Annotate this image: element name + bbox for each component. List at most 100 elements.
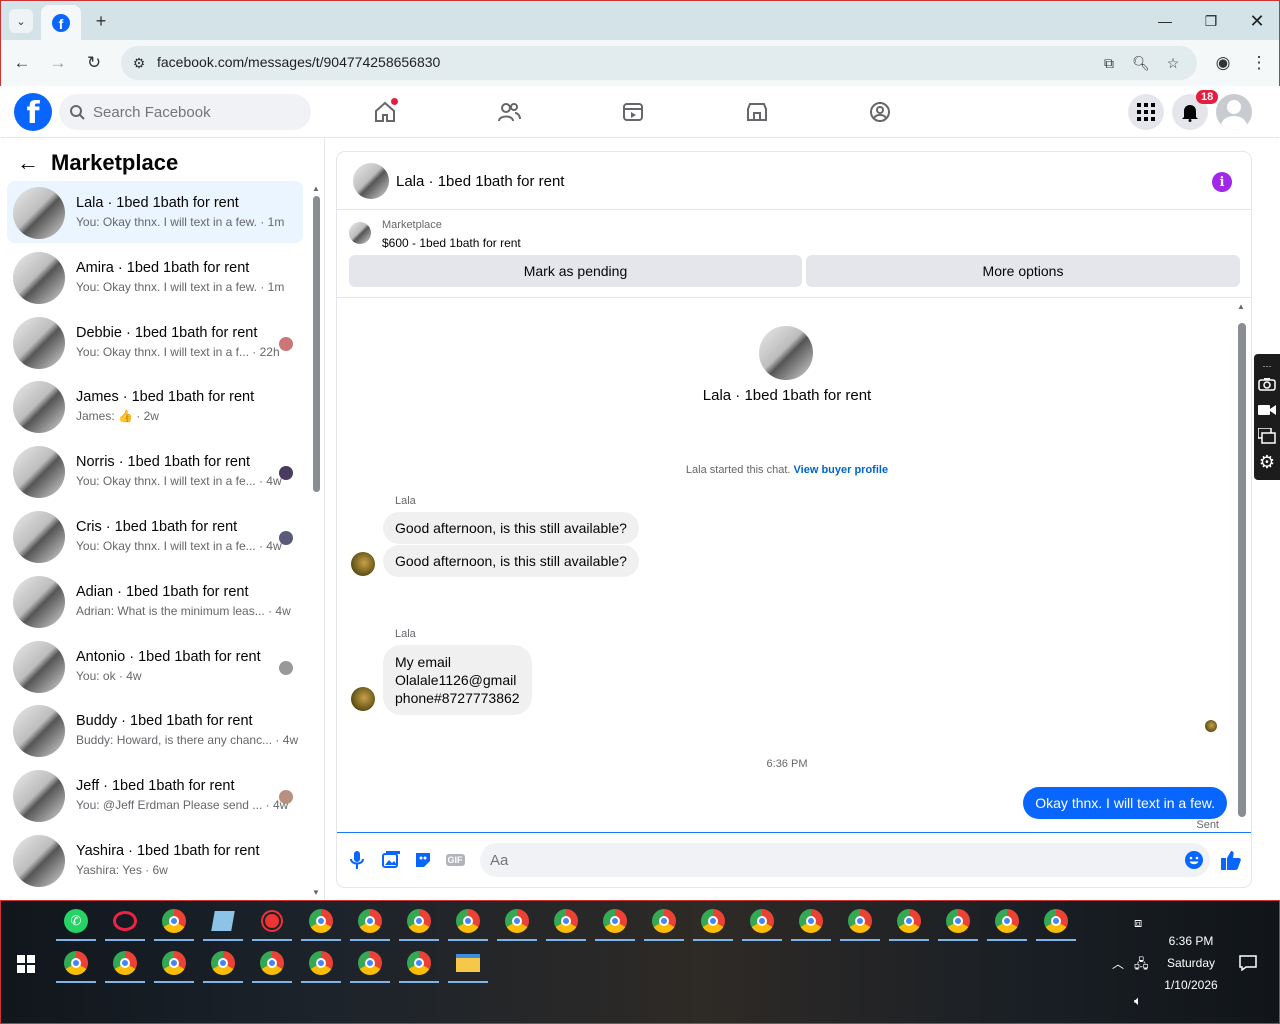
conversation-item[interactable]: Yashira · 1bed 1bath for rent Yashira: Ye… [7,829,303,891]
menu-grid-icon[interactable] [1128,94,1164,130]
address-bar[interactable]: ⚙ facebook.com/messages/t/90477425865683… [121,46,1197,80]
photo-icon[interactable] [381,850,401,870]
chrome-window-icon[interactable] [1036,903,1076,941]
conversation-avatar[interactable] [13,705,65,758]
microphone-icon[interactable] [347,850,367,870]
message-input[interactable] [490,851,1170,869]
conversation-avatar[interactable] [13,575,65,628]
conversation-avatar[interactable] [13,640,65,693]
whatsapp-app-icon[interactable]: ✆ [56,903,96,941]
conversation-item[interactable]: Cris · 1bed 1bath for rent You: Okay thnx… [7,505,303,567]
sidebar-scrollbar[interactable] [313,196,320,492]
view-buyer-profile-link[interactable]: View buyer profile [794,464,889,476]
install-app-icon[interactable]: ⧉ [1099,53,1119,73]
chrome-window-icon[interactable] [889,903,929,941]
chrome-window-icon[interactable] [399,945,439,983]
meet-now-icon[interactable]: ⧈ [1134,915,1142,931]
network-icon[interactable]: 🖧︎ [1134,955,1149,977]
notes-app-icon[interactable] [203,903,243,941]
chrome-window-icon[interactable] [987,903,1027,941]
chat-title[interactable]: Lala · 1bed 1bath for rent [396,173,564,190]
chrome-window-icon[interactable] [644,903,684,941]
friends-nav-icon[interactable] [493,96,525,128]
chrome-window-icon[interactable] [252,945,292,983]
scroll-up-icon[interactable]: ▲ [312,184,320,193]
menu-kebab-icon[interactable]: ⋮ [1244,48,1274,78]
camera-icon[interactable] [1257,374,1277,394]
chrome-window-icon[interactable] [350,945,390,983]
conversation-item[interactable]: James · 1bed 1bath for rent James: 👍 · 2w [7,375,303,437]
chrome-window-icon[interactable] [595,903,635,941]
emoji-icon[interactable] [1184,850,1204,870]
url-text[interactable]: facebook.com/messages/t/904774258656830 [157,54,440,70]
chrome-window-icon[interactable] [105,945,145,983]
account-avatar[interactable] [1216,94,1252,130]
chrome-window-icon[interactable] [56,945,96,983]
show-hidden-icons-icon[interactable]: ︿ [1112,955,1124,972]
windows-start-icon[interactable] [17,955,35,976]
chrome-window-icon[interactable] [301,903,341,941]
chrome-window-icon[interactable] [448,903,488,941]
chrome-window-icon[interactable] [154,945,194,983]
chrome-window-icon[interactable] [399,903,439,941]
tab-search-dropdown-icon[interactable]: ⌄ [9,9,33,33]
conversation-item[interactable]: Amira · 1bed 1bath for rent You: Okay thn… [7,246,303,308]
forward-icon[interactable]: → [43,48,73,78]
like-thumb-icon[interactable] [1219,848,1243,872]
conversation-avatar[interactable] [13,381,65,434]
marketplace-nav-icon[interactable] [741,96,773,128]
screen-record-icon[interactable] [252,903,292,941]
profile-avatar[interactable] [759,326,813,380]
chrome-window-icon[interactable] [301,945,341,983]
video-nav-icon[interactable] [617,96,649,128]
conversation-avatar[interactable] [13,187,65,239]
search-box[interactable] [59,94,311,130]
sender-avatar[interactable] [351,687,375,711]
chrome-window-icon[interactable] [840,903,880,941]
chrome-window-icon[interactable] [791,903,831,941]
video-camera-icon[interactable] [1257,400,1277,420]
more-dots-icon[interactable]: ⋯ [1257,356,1277,376]
minimize-icon[interactable]: — [1145,9,1185,33]
groups-nav-icon[interactable] [864,96,896,128]
conversation-avatar[interactable] [13,511,65,563]
message-input-box[interactable] [480,843,1210,877]
conversation-avatar[interactable] [13,316,65,369]
scroll-down-icon[interactable]: ▼ [312,888,320,897]
listing-thumbnail[interactable] [349,222,371,244]
clock-time[interactable]: 6:36 PM [1161,934,1221,948]
search-input[interactable] [93,103,293,121]
conversation-item[interactable]: Adian · 1bed 1bath for rent Adrian: What … [7,570,303,632]
tab-facebook[interactable]: f [41,5,81,41]
conversation-item[interactable]: Lala · 1bed 1bath for rent You: Okay thnx… [7,181,303,243]
new-tab-button[interactable]: + [89,9,113,33]
incoming-message[interactable]: Good afternoon, is this still available? [383,545,639,577]
chrome-window-icon[interactable] [938,903,978,941]
reload-icon[interactable]: ↻ [79,48,109,78]
back-icon[interactable]: ← [7,48,37,78]
restore-icon[interactable]: ❐ [1191,9,1231,33]
chrome-window-icon[interactable] [693,903,733,941]
home-nav-icon[interactable] [369,96,401,128]
gif-icon[interactable]: GIF [445,850,465,870]
conversation-item[interactable]: Norris · 1bed 1bath for rent You: Okay th… [7,440,303,502]
chrome-window-icon[interactable] [742,903,782,941]
clock-date[interactable]: 1/10/2026 [1161,978,1221,992]
chat-avatar[interactable] [353,163,389,199]
thread-scrollbar[interactable] [1238,323,1246,817]
chrome-window-icon[interactable] [546,903,586,941]
clock-day[interactable]: Saturday [1161,956,1221,970]
conversation-item[interactable]: Debbie · 1bed 1bath for rent You: Okay th… [7,311,303,373]
bookmark-star-icon[interactable]: ☆ [1163,53,1183,73]
snipping-tool-icon[interactable] [105,903,145,941]
back-arrow-icon[interactable]: ← [17,150,39,176]
outgoing-message[interactable]: Okay thnx. I will text in a few. [1023,787,1227,819]
chrome-window-icon[interactable] [203,945,243,983]
listing-title[interactable]: $600 - 1bed 1bath for rent [382,236,521,250]
conversation-item[interactable]: Buddy · 1bed 1bath for rent Buddy: Howard… [7,699,303,761]
sticker-icon[interactable] [413,850,433,870]
chrome-window-icon[interactable] [497,903,537,941]
conversation-avatar[interactable] [13,770,65,823]
file-explorer-icon[interactable] [448,945,488,983]
info-icon[interactable]: i [1212,172,1232,192]
